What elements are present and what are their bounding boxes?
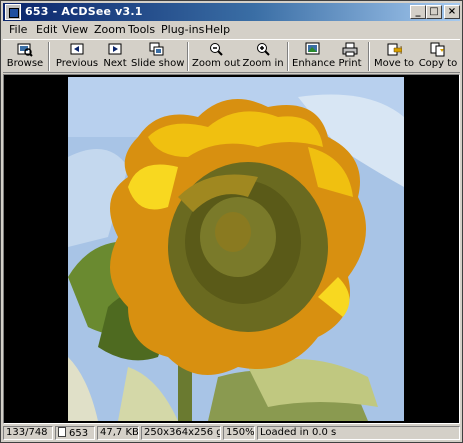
zoom-in-label: Zoom in bbox=[242, 58, 284, 69]
copy-to-button[interactable]: Copy to bbox=[417, 41, 459, 72]
status-position: 133/748 bbox=[3, 426, 53, 440]
slideshow-button[interactable]: Slide show bbox=[131, 41, 185, 72]
zoom-out-button[interactable]: Zoom out bbox=[192, 41, 240, 72]
menu-bar: File Edit View Zoom Tools Plug-ins Help bbox=[3, 22, 460, 39]
toolbar-separator bbox=[48, 42, 50, 71]
next-button[interactable]: Next bbox=[101, 41, 129, 72]
menu-tools[interactable]: Tools bbox=[128, 23, 155, 36]
sunflower-image[interactable] bbox=[68, 77, 404, 421]
printer-icon bbox=[342, 42, 358, 57]
move-to-label: Move to bbox=[373, 58, 415, 69]
enhance-button[interactable]: Enhance bbox=[292, 41, 336, 72]
previous-label: Previous bbox=[55, 58, 99, 69]
toolbar-separator bbox=[187, 42, 189, 71]
next-icon bbox=[108, 43, 122, 55]
file-icon bbox=[58, 427, 66, 437]
copy-to-icon bbox=[430, 42, 445, 57]
slideshow-label: Slide show bbox=[131, 58, 185, 69]
status-filesize: 47,7 KB bbox=[97, 426, 139, 440]
status-bar: 133/748 653 47,7 KB 250x364x256 gif 150%… bbox=[3, 425, 460, 441]
zoom-in-icon bbox=[257, 43, 270, 56]
menu-plugins[interactable]: Plug-ins bbox=[161, 23, 204, 36]
browse-icon bbox=[17, 43, 33, 57]
enhance-label: Enhance bbox=[292, 58, 336, 69]
menu-file[interactable]: File bbox=[9, 23, 27, 36]
zoom-out-label: Zoom out bbox=[192, 58, 241, 69]
app-icon[interactable] bbox=[5, 4, 21, 20]
menu-edit[interactable]: Edit bbox=[36, 23, 57, 36]
close-button[interactable]: × bbox=[444, 5, 460, 19]
print-label: Print bbox=[338, 58, 362, 69]
window-title: 653 - ACDSee v3.1 bbox=[25, 5, 143, 18]
copy-to-label: Copy to bbox=[418, 58, 458, 69]
minimize-button[interactable]: _ bbox=[410, 5, 426, 19]
next-label: Next bbox=[103, 58, 127, 69]
browse-button[interactable]: Browse bbox=[6, 41, 44, 72]
move-to-icon bbox=[387, 43, 402, 56]
toolbar-separator bbox=[368, 42, 370, 71]
move-to-button[interactable]: Move to bbox=[373, 41, 415, 72]
status-filename: 653 bbox=[69, 428, 89, 439]
zoom-in-button[interactable]: Zoom in bbox=[242, 41, 284, 72]
image-viewer[interactable] bbox=[3, 74, 460, 424]
print-button[interactable]: Print bbox=[336, 41, 364, 72]
title-bar[interactable]: 653 - ACDSee v3.1 _ □ × bbox=[3, 3, 460, 21]
previous-icon bbox=[70, 43, 84, 55]
menu-zoom[interactable]: Zoom bbox=[94, 23, 126, 36]
slideshow-icon bbox=[149, 42, 164, 56]
toolbar-separator bbox=[287, 42, 289, 71]
status-filename-cell: 653 bbox=[55, 426, 95, 440]
maximize-button[interactable]: □ bbox=[426, 5, 442, 19]
zoom-out-icon bbox=[210, 43, 223, 56]
browse-label: Browse bbox=[6, 58, 44, 69]
app-window: 653 - ACDSee v3.1 _ □ × File Edit View Z… bbox=[0, 0, 463, 443]
previous-button[interactable]: Previous bbox=[55, 41, 99, 72]
status-load-time: Loaded in 0.0 s bbox=[257, 426, 460, 440]
enhance-icon bbox=[305, 42, 320, 55]
toolbar: Browse Previous Next Slide show Zoom out… bbox=[3, 39, 460, 73]
menu-view[interactable]: View bbox=[62, 23, 88, 36]
status-zoom: 150% bbox=[223, 426, 255, 440]
menu-help[interactable]: Help bbox=[205, 23, 230, 36]
status-dimensions: 250x364x256 gif bbox=[141, 426, 221, 440]
